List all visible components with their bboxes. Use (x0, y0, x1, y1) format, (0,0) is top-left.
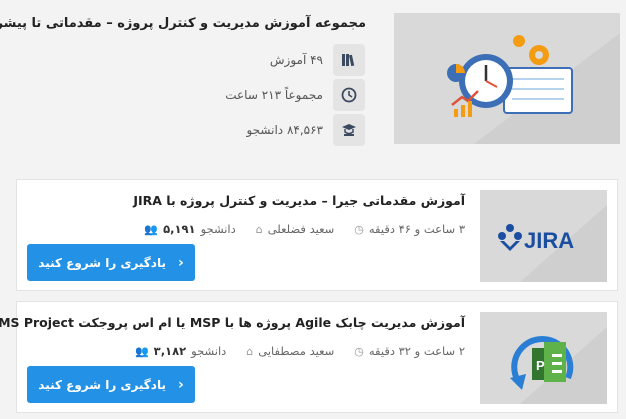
lessons-count: ۴۹ آموزش (269, 53, 323, 67)
chevron-left-icon: ‹ (177, 254, 184, 271)
svg-text:P: P (536, 358, 545, 373)
card-teacher: ⌂ سعید مصطفایی (246, 344, 335, 358)
clock-icon: ◷ (354, 344, 364, 358)
card-title[interactable]: آموزش مقدماتی جیرا – مدیریت و کنترل پروژ… (133, 193, 465, 208)
card-duration: ◷ ۳ ساعت و ۴۶ دقیقه (354, 222, 465, 236)
card-meta: 👥 ۳,۱۸۲ دانشجو ⌂ سعید مصطفایی ◷ ۲ ساعت و… (135, 344, 465, 358)
clock-icon: ◷ (354, 222, 364, 236)
jira-thumbnail: JIRA (480, 190, 607, 282)
chevron-left-icon: ‹ (177, 376, 184, 393)
lessons-row: ۴۹ آموزش (269, 44, 365, 76)
teacher-icon: ⌂ (255, 222, 263, 236)
course-title: مجموعه آموزش مدیریت و کنترل پروژه – مقدم… (0, 16, 366, 31)
duration-row: مجموعاً ۲۱۳ ساعت (225, 79, 365, 111)
users-icon: 👥 (134, 344, 149, 358)
course-header: مجموعه آموزش مدیریت و کنترل پروژه – مقدم… (0, 0, 626, 170)
books-icon (333, 44, 365, 76)
card-title[interactable]: آموزش مدیریت چابک Agile پروژه ها با MSP … (0, 315, 465, 330)
course-card: JIRA آموزش مقدماتی جیرا – مدیریت و کنترل… (16, 179, 618, 291)
msproject-thumbnail: P (480, 312, 607, 404)
start-learning-button[interactable]: یادگیری را شروع کنید ‹ (27, 366, 195, 403)
clock-icon (333, 79, 365, 111)
users-icon: 👥 (144, 222, 159, 236)
total-duration: مجموعاً ۲۱۳ ساعت (225, 88, 323, 102)
card-meta: 👥 ۵,۱۹۱ دانشجو ⌂ سعید فضلعلی ◷ ۳ ساعت و … (144, 222, 465, 236)
svg-text:JIRA: JIRA (524, 228, 574, 253)
course-hero-image (394, 13, 620, 144)
teacher-icon: ⌂ (246, 344, 254, 358)
students-row: ۸۴,۵۶۳ دانشجو (246, 114, 365, 146)
students-count: ۸۴,۵۶۳ دانشجو (246, 123, 323, 137)
card-students: 👥 ۳,۱۸۲ دانشجو (134, 344, 227, 358)
card-duration: ◷ ۲ ساعت و ۳۲ دقیقه (354, 344, 465, 358)
course-card: P آموزش مدیریت چابک Agile پروژه ها با MS… (0, 301, 618, 413)
graduate-icon (333, 114, 365, 146)
card-students: 👥 ۵,۱۹۱ دانشجو (144, 222, 236, 236)
start-learning-button[interactable]: یادگیری را شروع کنید ‹ (27, 244, 195, 281)
card-teacher: ⌂ سعید فضلعلی (255, 222, 335, 236)
